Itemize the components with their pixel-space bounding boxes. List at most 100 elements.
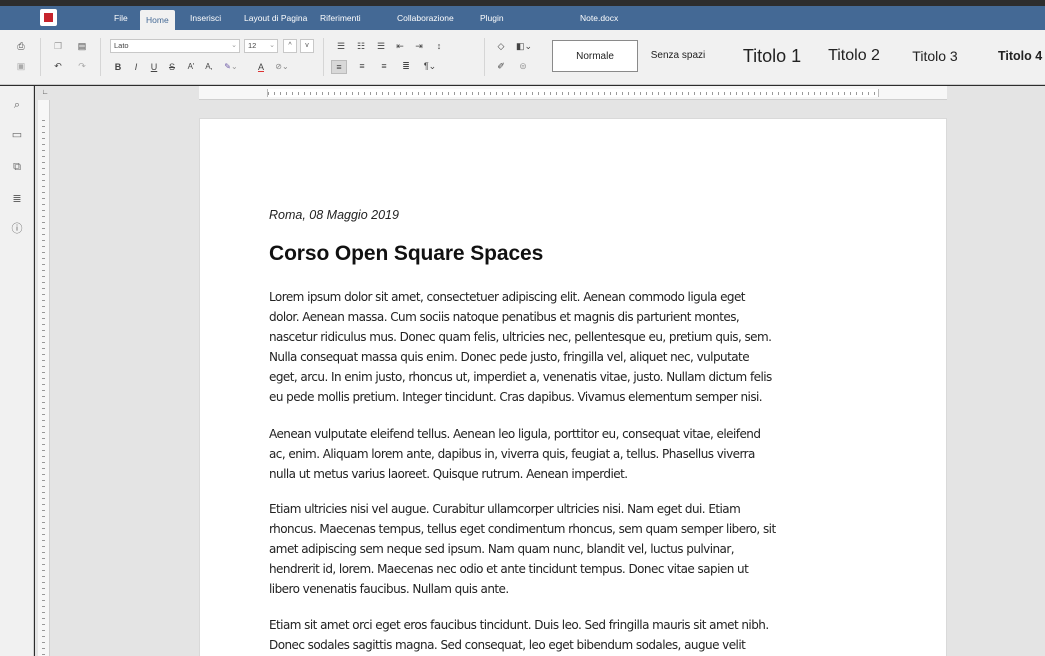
ruler-tick — [42, 516, 45, 517]
ruler-tick — [42, 576, 45, 577]
ruler-tick — [382, 92, 383, 95]
superscript-button[interactable]: A' — [184, 61, 198, 73]
paragraph-line: Nulla consequat massa quis enim. Donec p… — [269, 350, 750, 364]
ruler-tick — [42, 540, 45, 541]
ruler-tick — [436, 92, 437, 95]
paste-special-icon[interactable]: ◧⌄ — [514, 40, 534, 52]
ruler-tick — [466, 92, 467, 95]
ruler-tick — [42, 306, 45, 307]
info-icon[interactable]: ⓘ — [10, 222, 24, 236]
style-normale[interactable]: Normale — [552, 40, 638, 72]
ruler-tick — [42, 510, 45, 511]
decrease-font-button[interactable]: v — [300, 39, 314, 53]
ruler-tick — [742, 92, 743, 95]
search-icon[interactable]: ⌕ — [10, 98, 24, 112]
ruler-tick — [42, 366, 45, 367]
align-center-icon[interactable]: ≡ — [354, 60, 370, 72]
ruler-tick — [364, 92, 365, 95]
pilcrow-icon[interactable]: ¶⌄ — [420, 60, 440, 72]
copy-style-icon[interactable]: ✐ — [494, 60, 508, 72]
ruler-tick — [598, 92, 599, 95]
ruler-tick — [42, 342, 45, 343]
ruler-tick — [42, 204, 45, 205]
style-titolo-2[interactable]: Titolo 2 — [816, 40, 892, 72]
font-name-select[interactable]: Lato ⌄ — [110, 39, 240, 53]
ruler-tick — [42, 420, 45, 421]
ruler-tick — [42, 456, 45, 457]
ruler-tick — [610, 92, 611, 95]
copy-icon[interactable]: ❐ — [52, 40, 64, 52]
align-right-icon[interactable]: ≡ — [376, 60, 392, 72]
line-spacing-icon[interactable]: ↕ — [432, 40, 446, 52]
undo-icon[interactable]: ↶ — [52, 60, 64, 72]
ruler-tick — [676, 92, 677, 95]
vertical-ruler[interactable] — [38, 100, 50, 656]
horizontal-ruler[interactable] — [199, 86, 947, 100]
increase-font-button[interactable]: ^ — [283, 39, 297, 53]
font-color-button[interactable]: A — [256, 61, 266, 73]
style-titolo-4[interactable]: Titolo 4 — [988, 40, 1045, 72]
ruler-tick — [42, 252, 45, 253]
ruler-tick — [280, 92, 281, 95]
ruler-tick — [42, 360, 45, 361]
style-titolo-3[interactable]: Titolo 3 — [900, 40, 970, 72]
ruler-tick — [42, 330, 45, 331]
font-size-select[interactable]: 12 ⌄ — [244, 39, 278, 53]
ruler-tick — [42, 408, 45, 409]
redo-icon[interactable]: ↷ — [76, 60, 88, 72]
decrease-indent-icon[interactable]: ⇤ — [393, 40, 407, 52]
paragraph-line: nulla ut metus varius laoreet. Quisque r… — [269, 467, 628, 481]
ruler-tick — [592, 92, 593, 95]
ruler-tick — [790, 92, 791, 95]
tab-stop-selector[interactable]: ∟ — [40, 88, 50, 98]
ruler-tick — [358, 92, 359, 95]
shading-icon[interactable]: ◇ — [494, 40, 508, 52]
ruler-tick — [42, 414, 45, 415]
numbered-list-icon[interactable]: ☷ — [353, 40, 369, 52]
ruler-tick — [42, 642, 45, 643]
ruler-tick — [42, 594, 45, 595]
bold-button[interactable]: B — [112, 61, 124, 73]
ruler-tick — [748, 92, 749, 95]
ruler-tick — [42, 312, 45, 313]
navigation-icon[interactable]: ≣ — [10, 192, 24, 206]
ruler-tick — [604, 92, 605, 95]
paste-icon[interactable]: ▤ — [76, 40, 88, 52]
italic-button[interactable]: I — [130, 61, 142, 73]
print-icon[interactable]: ⎙ — [14, 40, 28, 52]
paragraph-line: nascetur ridiculus mus. Donec quam felis… — [269, 330, 772, 344]
ruler-tick — [664, 92, 665, 95]
save-icon[interactable]: ▣ — [14, 60, 28, 72]
ruler-tick — [808, 92, 809, 95]
align-left-icon[interactable]: ≡ — [331, 60, 347, 74]
ruler-tick — [42, 654, 45, 655]
ruler-tick — [42, 384, 45, 385]
style-titolo-1[interactable]: Titolo 1 — [730, 40, 814, 72]
ruler-tick — [42, 120, 45, 121]
strikethrough-button[interactable]: S — [166, 61, 178, 73]
ruler-tick — [346, 92, 347, 95]
ruler-tick — [42, 396, 45, 397]
bullet-list-icon[interactable]: ☰ — [333, 40, 349, 52]
ruler-tick — [42, 174, 45, 175]
ruler-tick — [784, 92, 785, 95]
align-justify-icon[interactable]: ≣ — [398, 60, 414, 72]
comment-icon[interactable]: ▭ — [10, 128, 24, 142]
style-senza-spazi[interactable]: Senza spazi — [642, 40, 714, 72]
ruler-tick — [706, 92, 707, 95]
increase-indent-icon[interactable]: ⇥ — [412, 40, 426, 52]
ruler-tick — [42, 192, 45, 193]
ruler-tick — [418, 92, 419, 95]
underline-button[interactable]: U — [148, 61, 160, 73]
multilevel-list-icon[interactable]: ☰ — [373, 40, 389, 52]
chat-icon[interactable]: ⧉ — [10, 160, 24, 174]
ruler-tick — [514, 92, 515, 95]
clear-style-icon[interactable]: ⊜ — [516, 60, 530, 72]
ruler-tick — [42, 336, 45, 337]
ruler-tick — [826, 92, 827, 95]
eraser-icon[interactable]: ⊘⌄ — [274, 61, 290, 73]
highlight-color-button[interactable]: ✎⌄ — [220, 61, 242, 73]
ruler-tick — [322, 92, 323, 95]
subscript-button[interactable]: A, — [202, 61, 216, 73]
ruler-tick — [634, 92, 635, 95]
